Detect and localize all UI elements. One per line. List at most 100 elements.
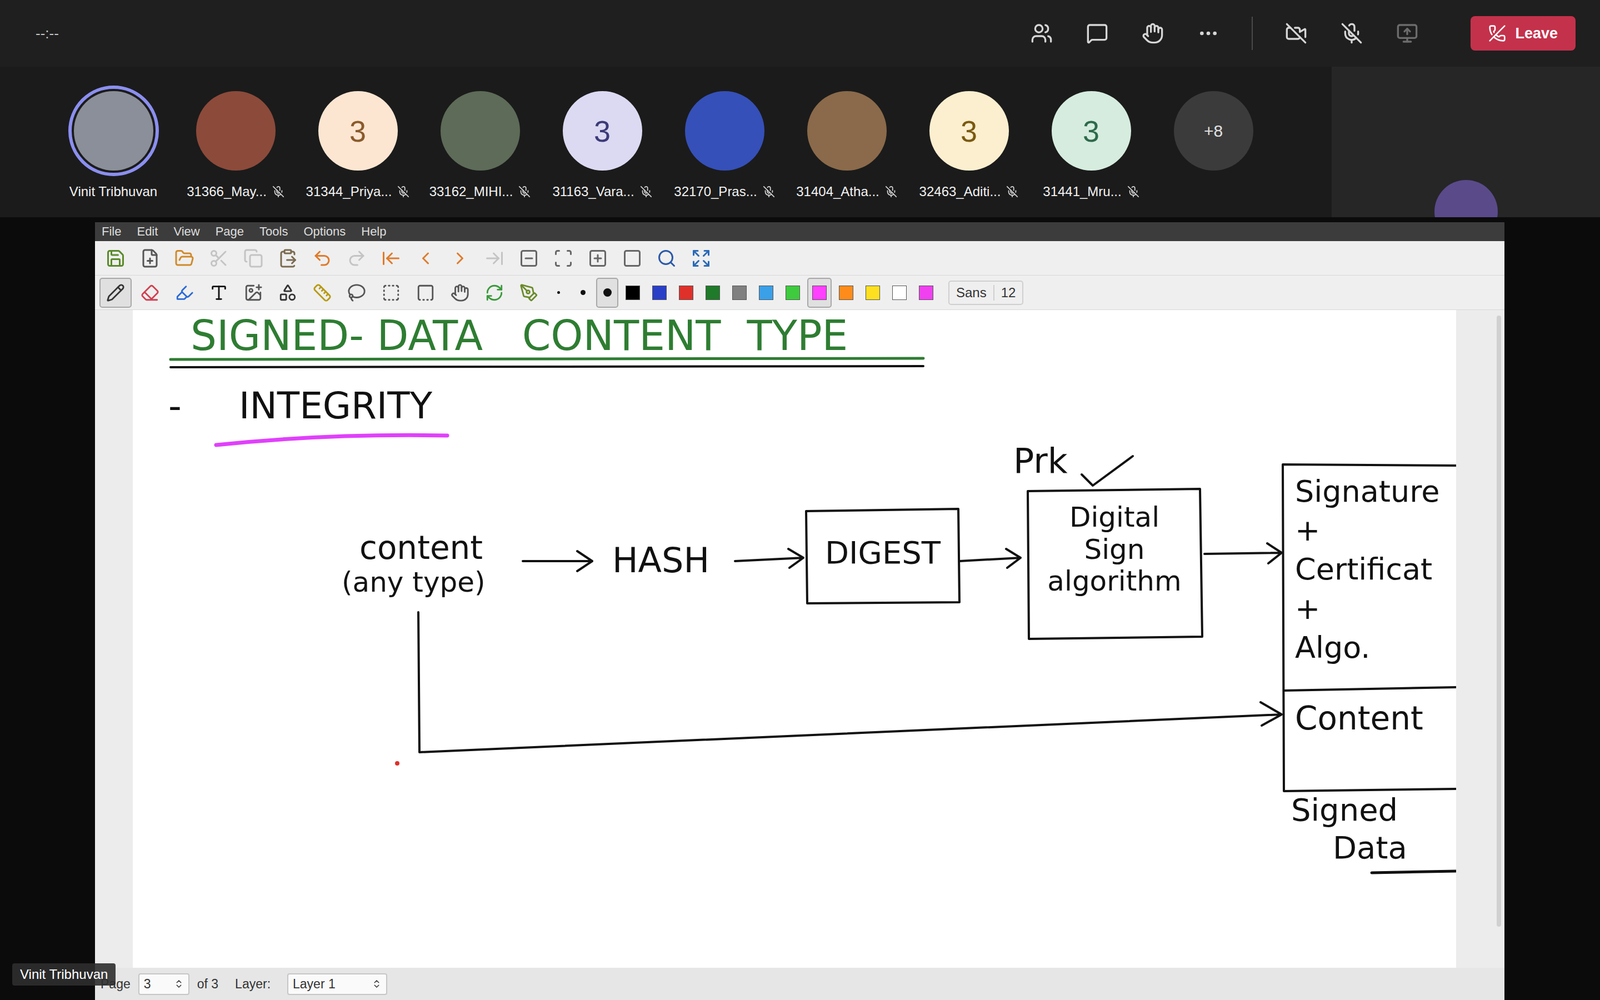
toolbar-icon [518, 248, 539, 269]
toolbar-button[interactable] [650, 243, 683, 274]
share-button[interactable] [1395, 21, 1420, 46]
chat-button[interactable] [1085, 21, 1110, 46]
color-swatch-button[interactable] [753, 277, 779, 308]
toolbar-button[interactable] [581, 243, 614, 274]
tool-button[interactable] [237, 277, 270, 308]
signer-line: Sign [1027, 533, 1202, 567]
participant-name: 32170_Pras... [673, 183, 775, 200]
color-swatch-button[interactable] [727, 277, 752, 308]
color-swatch-button[interactable] [673, 277, 699, 308]
toolbar-button[interactable] [306, 243, 339, 274]
meeting-timer: --:-- [35, 25, 59, 43]
mic-button[interactable] [1339, 21, 1364, 46]
participant[interactable]: 331163_Vara... [541, 91, 664, 200]
tool-button[interactable] [478, 277, 511, 308]
tool-button[interactable] [340, 277, 373, 308]
font-button[interactable]: Sans12 [948, 280, 1024, 305]
page-field[interactable]: 3 [138, 973, 190, 995]
toolbar-button[interactable] [685, 243, 718, 274]
menu-item[interactable]: File [101, 224, 122, 239]
color-swatch-button[interactable] [807, 277, 832, 308]
tool-button[interactable] [202, 277, 235, 308]
page-count: of 3 [197, 976, 219, 992]
participant[interactable]: Vinit Tribhuvan [52, 91, 175, 200]
toolbar-button[interactable] [168, 243, 201, 274]
toolbar-button[interactable] [271, 243, 304, 274]
self-view-panel [1331, 66, 1600, 218]
envelope-body: Content [1295, 700, 1424, 738]
toolbar-icon [140, 248, 160, 269]
menu-item[interactable]: Help [361, 224, 387, 239]
camera-button[interactable] [1283, 21, 1309, 46]
toolbar-button[interactable] [478, 243, 511, 274]
tool-button[interactable] [168, 277, 201, 308]
menu-item[interactable]: View [173, 224, 200, 239]
more-icon [1197, 22, 1220, 45]
toolbar-icon [415, 248, 436, 269]
layer-label: Layer: [235, 976, 271, 992]
overflow-participants[interactable]: +8 [1152, 91, 1275, 171]
participant[interactable]: 31404_Atha... [785, 91, 908, 200]
participant[interactable]: 32170_Pras... [663, 91, 786, 200]
pen-size-button[interactable] [571, 277, 594, 308]
vertical-scrollbar[interactable] [1493, 310, 1505, 968]
toolbar-icon [208, 248, 229, 269]
tool-button[interactable] [306, 277, 339, 308]
tool-button[interactable] [443, 277, 477, 308]
menu-item[interactable]: Edit [136, 224, 158, 239]
color-swatch-button[interactable] [647, 277, 672, 308]
toolbar-button[interactable] [340, 243, 373, 274]
tool-button[interactable] [99, 277, 132, 308]
toolbar-button[interactable] [512, 243, 545, 274]
pen-size-dot [580, 290, 586, 295]
color-swatch-button[interactable] [780, 277, 805, 308]
scroll-thumb[interactable] [1496, 315, 1502, 927]
menu-item[interactable]: Page [215, 224, 244, 239]
toolbar-button[interactable] [237, 243, 270, 274]
tool-button[interactable] [512, 277, 545, 308]
toolbar-button[interactable] [616, 243, 649, 274]
participant[interactable]: 33162_MIHI... [418, 91, 542, 200]
color-swatch-button[interactable] [860, 277, 885, 308]
color-swatch-button[interactable] [620, 277, 645, 308]
color-swatch-button[interactable] [913, 277, 939, 308]
leave-button[interactable]: Leave [1470, 16, 1576, 51]
color-swatch [705, 285, 720, 300]
toolbar-button[interactable] [202, 243, 235, 274]
more-button[interactable] [1196, 21, 1221, 46]
tool-button[interactable] [409, 277, 442, 308]
menu-item[interactable]: Tools [259, 224, 288, 239]
presenter-label: Vinit Tribhuvan [12, 963, 116, 986]
participant-name: 31163_Vara... [552, 183, 652, 200]
menu-item[interactable]: Options [303, 224, 346, 239]
pen-size-button[interactable] [547, 277, 570, 308]
participant[interactable]: 331441_Mru... [1030, 91, 1153, 200]
color-swatch [732, 285, 747, 300]
participant[interactable]: 332463_Aditi... [907, 91, 1030, 200]
toolbar-icon [587, 248, 608, 269]
participant[interactable]: 31366_May... [174, 91, 297, 200]
layer-select[interactable]: Layer 1 [287, 973, 388, 995]
toolbar-icon [105, 248, 126, 269]
toolbar-button[interactable] [99, 243, 132, 274]
toolbar-button[interactable] [409, 243, 442, 274]
muted-icon [640, 185, 653, 198]
toolbar-icon [346, 248, 367, 269]
participant[interactable]: 331344_Priya... [296, 91, 419, 200]
people-button[interactable] [1029, 21, 1054, 46]
participant-list: Vinit Tribhuvan31366_May...331344_Priya.… [0, 66, 1332, 218]
toolbar-button[interactable] [547, 243, 580, 274]
page[interactable]: SIGNED- DATA CONTENT TYPE-INTEGRITYconte… [132, 310, 1457, 968]
mic-off-icon [1340, 22, 1363, 45]
pen-size-button[interactable] [596, 277, 619, 308]
tool-button[interactable] [375, 277, 408, 308]
color-swatch-button[interactable] [700, 277, 725, 308]
toolbar-button[interactable] [133, 243, 167, 274]
color-swatch-button[interactable] [833, 277, 859, 308]
raise-hand-button[interactable] [1140, 21, 1165, 46]
tool-button[interactable] [271, 277, 304, 308]
toolbar-button[interactable] [375, 243, 408, 274]
tool-button[interactable] [133, 277, 167, 308]
toolbar-button[interactable] [443, 243, 477, 274]
color-swatch-button[interactable] [887, 277, 912, 308]
